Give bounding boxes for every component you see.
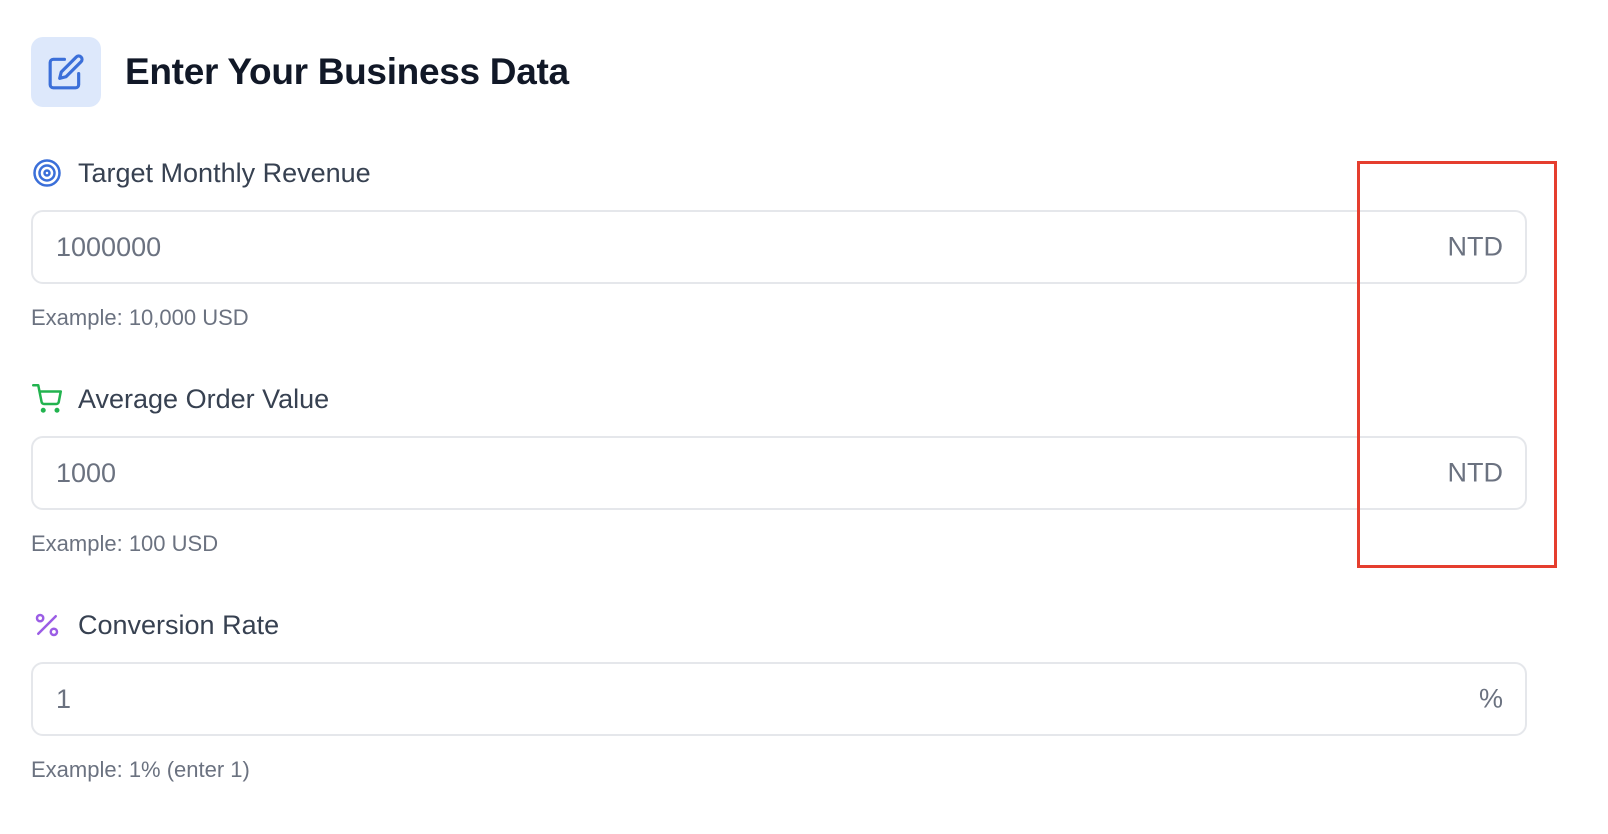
business-data-form: Enter Your Business Data Target Monthly …: [0, 0, 1608, 834]
field-label-row: Target Monthly Revenue: [31, 157, 1527, 189]
average-order-value-input[interactable]: [33, 438, 1525, 508]
average-order-value-input-wrapper: NTD: [31, 436, 1527, 510]
field-label-row: Average Order Value: [31, 383, 1527, 415]
target-monthly-revenue-hint: Example: 10,000 USD: [31, 305, 249, 330]
average-order-value-label: Average Order Value: [78, 383, 330, 414]
field-target-monthly-revenue: Target Monthly Revenue NTD Example: 10,0…: [31, 157, 1527, 331]
percent-unit: %: [1478, 683, 1503, 714]
average-order-value-hint: Example: 100 USD: [31, 531, 219, 556]
conversion-rate-label: Conversion Rate: [78, 609, 280, 640]
target-monthly-revenue-input-wrapper: NTD: [31, 210, 1527, 284]
unit-highlight-box: [1357, 161, 1557, 568]
page-title: Enter Your Business Data: [125, 51, 569, 92]
target-monthly-revenue-input[interactable]: [33, 212, 1525, 282]
conversion-rate-input[interactable]: [33, 664, 1525, 734]
percent-icon: [31, 609, 63, 641]
conversion-rate-input-wrapper: %: [31, 662, 1527, 736]
field-conversion-rate: Conversion Rate % Example: 1% (enter 1): [31, 609, 1527, 783]
form-header: Enter Your Business Data: [31, 37, 569, 107]
conversion-rate-hint: Example: 1% (enter 1): [31, 757, 250, 782]
target-icon: [31, 157, 63, 189]
target-monthly-revenue-label: Target Monthly Revenue: [78, 157, 371, 188]
field-average-order-value: Average Order Value NTD Example: 100 USD: [31, 383, 1527, 557]
edit-icon: [31, 37, 101, 107]
cart-icon: [31, 383, 63, 415]
field-label-row: Conversion Rate: [31, 609, 1527, 641]
